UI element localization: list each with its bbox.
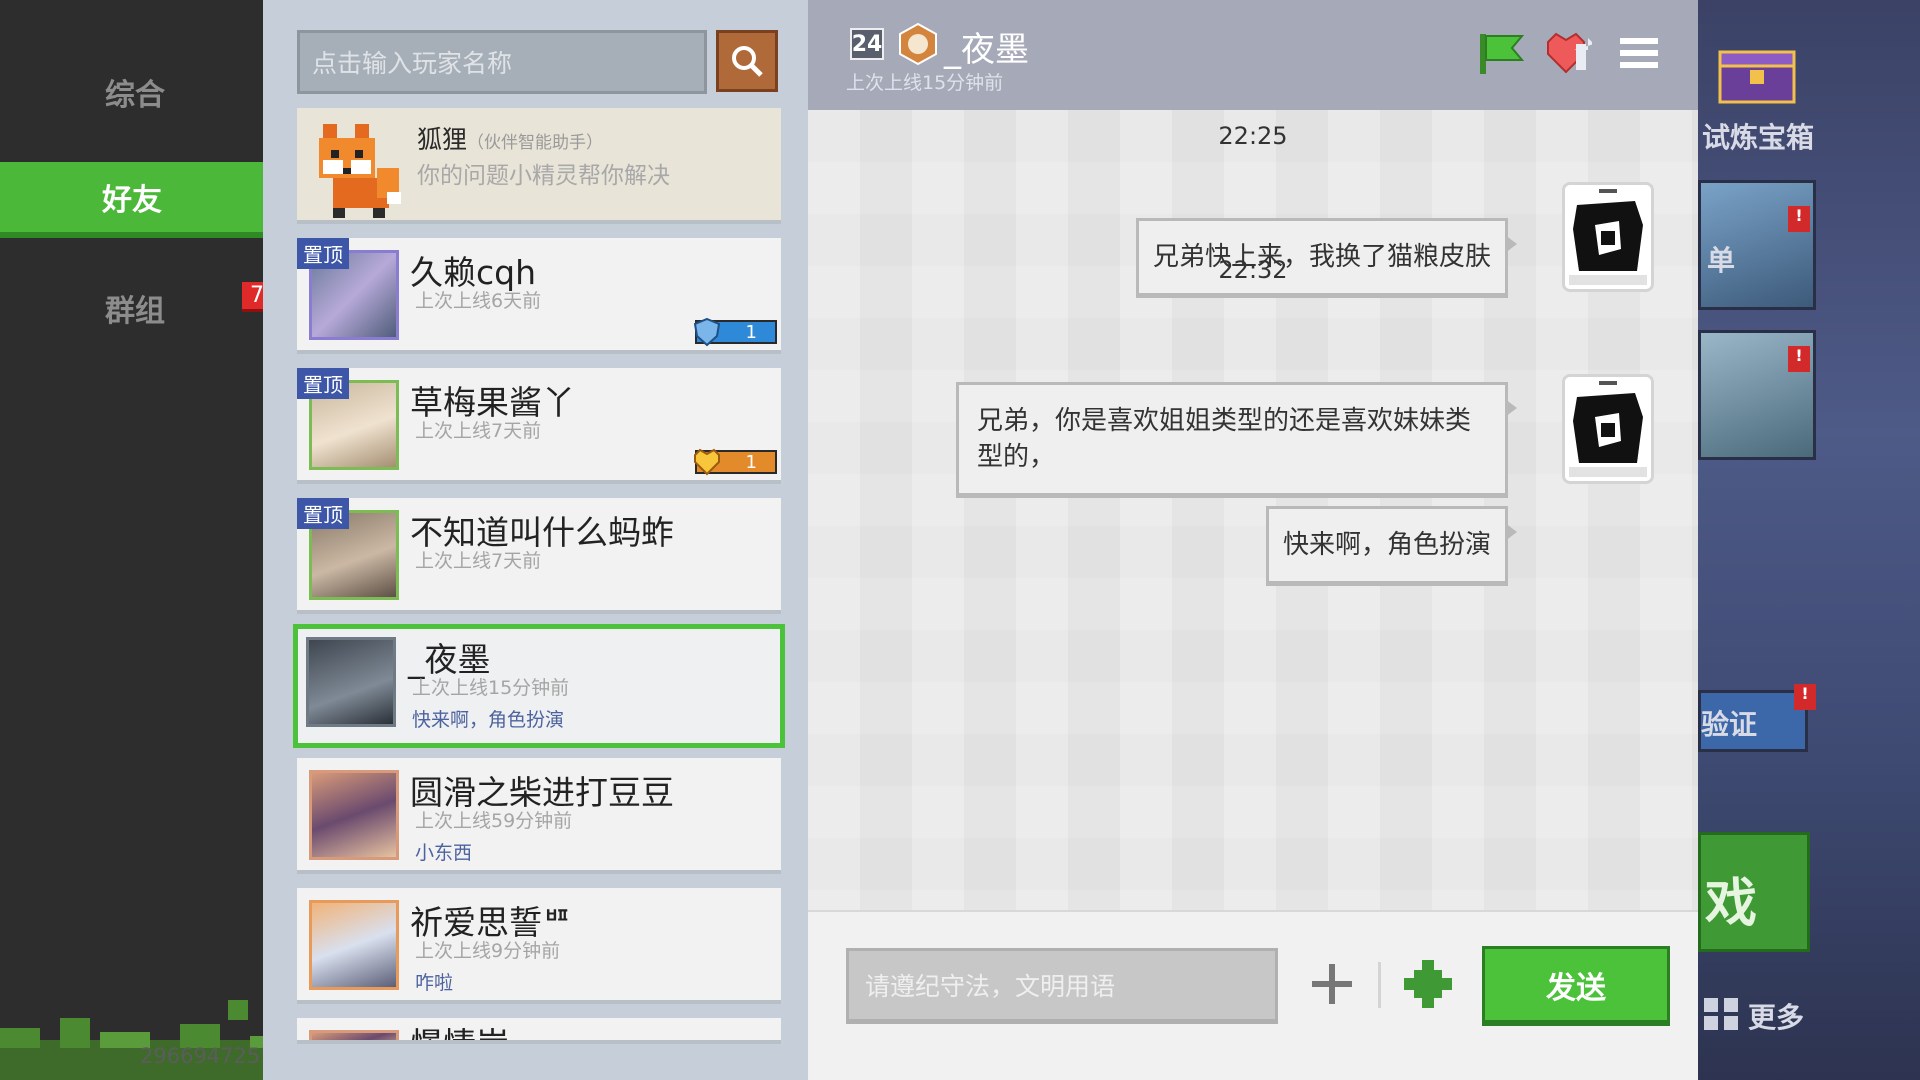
friend-list-item[interactable]: 祈爱思誓ᄪ 上次上线9分钟前 咋啦 bbox=[297, 888, 781, 1004]
friend-status: 上次上线15分钟前 bbox=[412, 677, 570, 699]
notification-dot: ! bbox=[1788, 206, 1810, 232]
verify-tile[interactable]: 验证 bbox=[1698, 690, 1808, 752]
friend-status: 上次上线6天前 bbox=[415, 290, 542, 312]
nav-item-overview[interactable]: 综合 bbox=[0, 54, 263, 130]
send-button[interactable]: 发送 bbox=[1482, 946, 1670, 1026]
pinned-tag: 置顶 bbox=[297, 498, 349, 529]
notification-dot: ! bbox=[1788, 346, 1810, 372]
heart-badge-icon bbox=[694, 448, 720, 476]
side-nav: 综合 好友 群组 7 2966947255 bbox=[0, 0, 263, 1080]
player-search-input[interactable]: 点击输入玩家名称 bbox=[297, 30, 707, 94]
event-tile[interactable]: 单 bbox=[1698, 180, 1816, 310]
shield-icon bbox=[693, 317, 721, 347]
right-side-panel: 试炼宝箱 单 ! ! 验证 ! 戏 更多 bbox=[1698, 0, 1920, 1080]
friend-list-item[interactable]: 置顶 草梅果酱丫 上次上线7天前 1 bbox=[297, 368, 781, 484]
chat-contact-name: _夜墨 bbox=[944, 30, 1029, 70]
message-timestamp: 22:32 bbox=[1218, 256, 1288, 284]
friend-status: 上次上线59分钟前 bbox=[415, 810, 573, 832]
friend-avatar bbox=[306, 637, 396, 727]
friend-list-item[interactable]: 圆滑之柴进打豆豆 上次上线59分钟前 小东西 bbox=[297, 758, 781, 874]
flag-icon[interactable] bbox=[1476, 30, 1526, 76]
medal-icon bbox=[899, 22, 937, 66]
friendship-level-badge: 1 bbox=[693, 317, 777, 347]
friend-list-item-selected[interactable]: _夜墨 上次上线15分钟前 快来啊，角色扮演 bbox=[293, 624, 785, 748]
message-bubble[interactable]: 快来啊，角色扮演 bbox=[1265, 506, 1518, 586]
friend-status: 上次上线7天前 bbox=[415, 420, 542, 442]
treasure-chest-icon[interactable] bbox=[1712, 46, 1802, 106]
my-avatar[interactable] bbox=[1562, 374, 1654, 484]
friend-status: 上次上线7天前 bbox=[415, 550, 542, 572]
pinned-tag: 置顶 bbox=[297, 238, 349, 269]
grid-more-icon[interactable] bbox=[1702, 996, 1742, 1032]
friend-avatar bbox=[309, 770, 399, 860]
friend-list-item[interactable]: 置顶 久赖cqh 上次上线6天前 1 bbox=[297, 238, 781, 354]
notification-dot: ! bbox=[1794, 684, 1816, 710]
verify-label: 验证 bbox=[1701, 708, 1758, 741]
play-game-tile[interactable]: 戏 bbox=[1698, 832, 1810, 952]
chat-panel: 24 _夜墨 上次上线15分钟前 22:25 兄弟快上来，我换了猫粮皮肤 22:… bbox=[808, 0, 1698, 1080]
friend-name: 憬情岸 bbox=[410, 1018, 509, 1040]
trial-chest-label: 试炼宝箱 bbox=[1702, 121, 1815, 154]
last-message-preview: 咋啦 bbox=[415, 972, 454, 994]
game-label: 戏 bbox=[1705, 874, 1758, 934]
plus-icon[interactable] bbox=[1304, 956, 1360, 1012]
friendship-level-badge: 1 bbox=[694, 448, 777, 476]
chat-contact-status: 上次上线15分钟前 bbox=[846, 72, 1004, 94]
pinned-tag: 置顶 bbox=[297, 368, 349, 399]
groups-unread-badge: 7 bbox=[242, 282, 263, 312]
chat-header: 24 _夜墨 上次上线15分钟前 bbox=[808, 0, 1698, 110]
my-avatar-image bbox=[1565, 377, 1651, 481]
ai-name: 狐狸 bbox=[417, 125, 468, 154]
ai-assistant-card[interactable]: 狐狸（伙伴智能助手） 你的问题小精灵帮你解决 bbox=[297, 108, 781, 224]
player-id: 2966947255 bbox=[140, 1044, 263, 1068]
message-timestamp: 22:25 bbox=[1218, 122, 1288, 150]
search-icon bbox=[732, 46, 763, 77]
last-message-preview: 快来啊，角色扮演 bbox=[412, 709, 565, 731]
message-bubble[interactable]: 兄弟，你是喜欢姐姐类型的还是喜欢妹妹类型的， bbox=[956, 382, 1517, 498]
ai-tag: （伙伴智能助手） bbox=[467, 133, 604, 153]
friend-list-panel: 点击输入玩家名称 狐狸（伙伴智能助手） 你的问题小精灵帮你解决 置顶 久赖cqh… bbox=[263, 0, 808, 1080]
chat-input-bar: 请遵纪守法，文明用语 发送 bbox=[808, 910, 1698, 1080]
friend-list-item[interactable]: 憬情岸 bbox=[297, 1018, 781, 1044]
nav-item-groups[interactable]: 群组 bbox=[0, 270, 263, 346]
message-area[interactable]: 22:25 兄弟快上来，我换了猫粮皮肤 22:32 兄弟，你是喜欢姐姐类型的还是… bbox=[808, 110, 1698, 910]
search-button[interactable] bbox=[716, 30, 778, 92]
menu-icon[interactable] bbox=[1614, 30, 1664, 76]
heart-share-icon[interactable] bbox=[1542, 30, 1592, 76]
friend-list-item[interactable]: 置顶 不知道叫什么蚂蚱 上次上线7天前 bbox=[297, 498, 781, 614]
puzzle-plugin-icon[interactable] bbox=[1400, 956, 1456, 1012]
nav-item-friends[interactable]: 好友 bbox=[0, 162, 263, 238]
ai-description: 你的问题小精灵帮你解决 bbox=[417, 163, 670, 189]
friend-avatar bbox=[309, 1030, 399, 1040]
fox-avatar-icon bbox=[319, 124, 401, 218]
last-message-preview: 小东西 bbox=[415, 842, 473, 864]
grass-decoration bbox=[0, 1000, 263, 1080]
more-label[interactable]: 更多 bbox=[1748, 996, 1804, 1036]
friend-avatar bbox=[309, 900, 399, 990]
player-level-badge: 24 bbox=[850, 28, 884, 60]
message-input[interactable]: 请遵纪守法，文明用语 bbox=[846, 948, 1278, 1024]
toolbar-divider bbox=[1378, 962, 1381, 1008]
friend-status: 上次上线9分钟前 bbox=[415, 940, 561, 962]
event-tile-label: 单 bbox=[1707, 244, 1736, 277]
